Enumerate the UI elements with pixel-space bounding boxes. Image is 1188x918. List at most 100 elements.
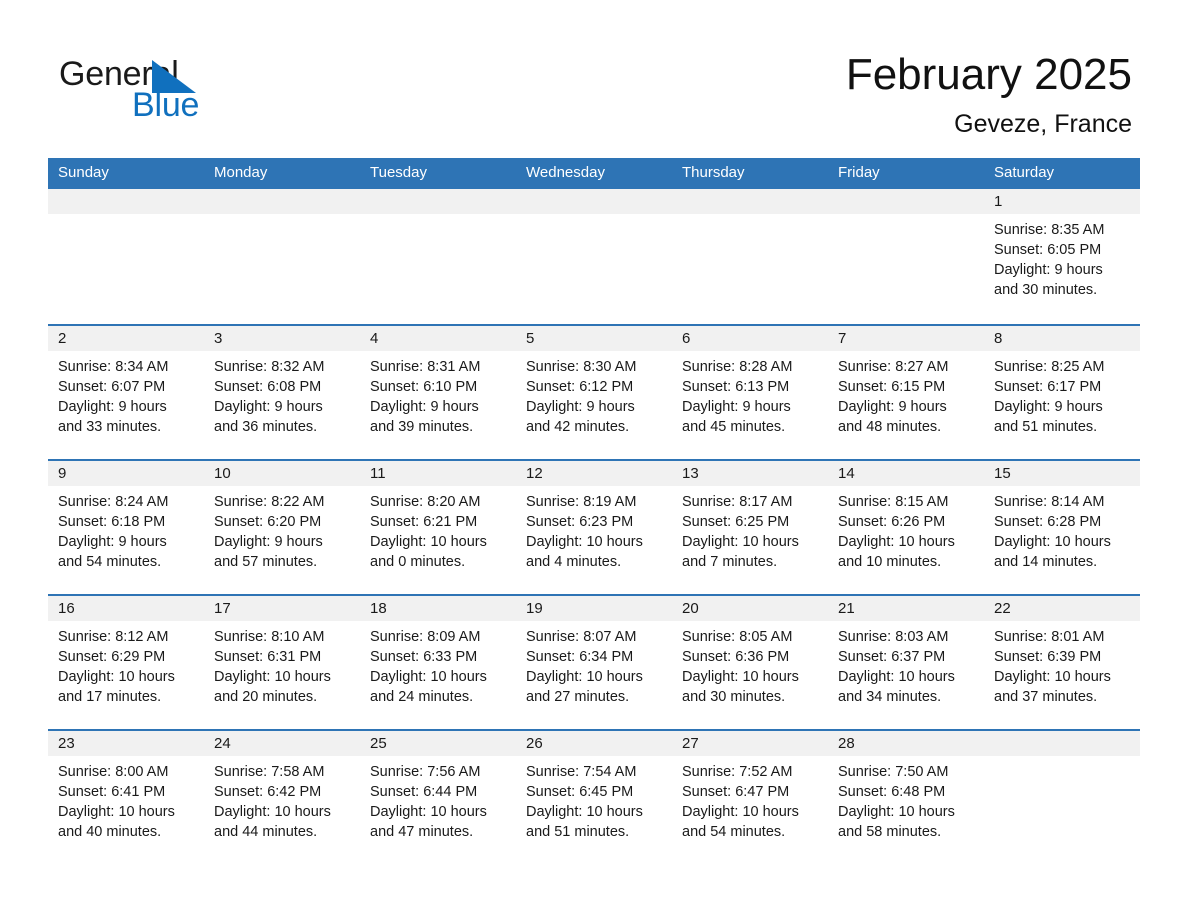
day-cell-inner: [204, 189, 360, 322]
day-cell-inner: 3 Sunrise: 8:32 AM Sunset: 6:08 PM Daylight…: [204, 326, 360, 459]
calendar-day-cell[interactable]: 12 Sunrise: 8:19 AM Sunset: 6:23 PM Dayligh…: [516, 459, 672, 595]
day-cell-inner: 12 Sunrise: 8:19 AM Sunset: 6:23 PM Dayligh…: [516, 461, 672, 594]
calendar-day-cell[interactable]: 10 Sunrise: 8:22 AM Sunset: 6:20 PM Dayligh…: [204, 459, 360, 595]
calendar-day-cell[interactable]: 19 Sunrise: 8:07 AM Sunset: 6:34 PM Dayligh…: [516, 594, 672, 730]
page-header: General Blue February 2025 Geveze, Franc…: [0, 0, 1188, 158]
calendar-day-cell[interactable]: 27 Sunrise: 7:52 AM Sunset: 6:47 PM Dayligh…: [672, 729, 828, 864]
sunset-text: Sunset: 6:12 PM: [526, 379, 634, 395]
day-cell-inner: 9 Sunrise: 8:24 AM Sunset: 6:18 PM Daylight…: [48, 461, 204, 594]
day-cell-inner: 11 Sunrise: 8:20 AM Sunset: 6:21 PM Dayligh…: [360, 461, 516, 594]
day-number-band: [516, 189, 672, 214]
daylight-text-line1: Daylight: 9 hours: [58, 534, 167, 550]
calendar-day-cell[interactable]: 18 Sunrise: 8:09 AM Sunset: 6:33 PM Dayligh…: [360, 594, 516, 730]
calendar-day-cell[interactable]: 14 Sunrise: 8:15 AM Sunset: 6:26 PM Dayligh…: [828, 459, 984, 595]
day-details: Sunrise: 8:15 AM Sunset: 6:26 PM Daylight:…: [828, 486, 984, 572]
day-number: 6: [682, 330, 691, 347]
daylight-text-line2: and 40 minutes.: [58, 824, 162, 840]
column-header-friday: Friday: [828, 158, 984, 188]
calendar-day-cell[interactable]: 28 Sunrise: 7:50 AM Sunset: 6:48 PM Dayligh…: [828, 729, 984, 864]
calendar-day-cell[interactable]: 15 Sunrise: 8:14 AM Sunset: 6:28 PM Dayligh…: [984, 459, 1140, 595]
day-details: Sunrise: 7:58 AM Sunset: 6:42 PM Daylight:…: [204, 756, 360, 842]
daylight-text-line1: Daylight: 10 hours: [682, 669, 799, 685]
daylight-text-line2: and 48 minutes.: [838, 419, 942, 435]
sunset-text: Sunset: 6:23 PM: [526, 514, 634, 530]
location-subtitle: Geveze, France: [954, 110, 1132, 138]
sunset-text: Sunset: 6:05 PM: [994, 242, 1102, 258]
general-blue-logo[interactable]: General Blue: [59, 54, 359, 124]
day-number: 20: [682, 600, 699, 617]
calendar-day-cell[interactable]: 20 Sunrise: 8:05 AM Sunset: 6:36 PM Dayligh…: [672, 594, 828, 730]
sunrise-text: Sunrise: 8:24 AM: [58, 494, 169, 510]
calendar-day-cell[interactable]: 13 Sunrise: 8:17 AM Sunset: 6:25 PM Dayligh…: [672, 459, 828, 595]
daylight-text-line2: and 24 minutes.: [370, 689, 474, 705]
sunrise-text: Sunrise: 7:50 AM: [838, 764, 949, 780]
day-cell-inner: [984, 731, 1140, 864]
daylight-text-line2: and 58 minutes.: [838, 824, 942, 840]
sunset-text: Sunset: 6:37 PM: [838, 649, 946, 665]
calendar-day-cell[interactable]: 22 Sunrise: 8:01 AM Sunset: 6:39 PM Dayligh…: [984, 594, 1140, 730]
sunset-text: Sunset: 6:17 PM: [994, 379, 1102, 395]
day-number: 22: [994, 600, 1011, 617]
calendar-day-cell[interactable]: 5 Sunrise: 8:30 AM Sunset: 6:12 PM Daylight…: [516, 324, 672, 460]
day-number-band: 15: [984, 461, 1140, 486]
day-cell-inner: [516, 189, 672, 322]
day-number: 16: [58, 600, 75, 617]
daylight-text-line1: Daylight: 9 hours: [994, 399, 1103, 415]
day-cell-inner: 22 Sunrise: 8:01 AM Sunset: 6:39 PM Dayligh…: [984, 596, 1140, 729]
calendar-day-cell[interactable]: 25 Sunrise: 7:56 AM Sunset: 6:44 PM Dayligh…: [360, 729, 516, 864]
day-cell-inner: 10 Sunrise: 8:22 AM Sunset: 6:20 PM Dayligh…: [204, 461, 360, 594]
sunrise-text: Sunrise: 8:27 AM: [838, 359, 949, 375]
calendar-day-cell-empty: [984, 729, 1140, 864]
calendar-day-cell[interactable]: 4 Sunrise: 8:31 AM Sunset: 6:10 PM Daylight…: [360, 324, 516, 460]
day-cell-inner: 17 Sunrise: 8:10 AM Sunset: 6:31 PM Dayligh…: [204, 596, 360, 729]
calendar-day-cell[interactable]: 7 Sunrise: 8:27 AM Sunset: 6:15 PM Daylight…: [828, 324, 984, 460]
day-number: 25: [370, 735, 387, 752]
calendar-day-cell[interactable]: 3 Sunrise: 8:32 AM Sunset: 6:08 PM Daylight…: [204, 324, 360, 460]
daylight-text-line2: and 34 minutes.: [838, 689, 942, 705]
day-number-band: 8: [984, 326, 1140, 351]
sunset-text: Sunset: 6:26 PM: [838, 514, 946, 530]
calendar-day-cell[interactable]: 8 Sunrise: 8:25 AM Sunset: 6:17 PM Daylight…: [984, 324, 1140, 460]
day-number: 11: [370, 465, 386, 482]
calendar-day-cell[interactable]: 21 Sunrise: 8:03 AM Sunset: 6:37 PM Dayligh…: [828, 594, 984, 730]
day-number-band: 21: [828, 596, 984, 621]
sunrise-text: Sunrise: 8:35 AM: [994, 222, 1105, 238]
sunrise-text: Sunrise: 8:09 AM: [370, 629, 481, 645]
sunset-text: Sunset: 6:18 PM: [58, 514, 166, 530]
calendar-day-cell[interactable]: 26 Sunrise: 7:54 AM Sunset: 6:45 PM Dayligh…: [516, 729, 672, 864]
sunrise-sunset-calendar: Sunday Monday Tuesday Wednesday Thursday…: [48, 158, 1140, 864]
day-number-band: 20: [672, 596, 828, 621]
day-number: 7: [838, 330, 847, 347]
day-cell-inner: 2 Sunrise: 8:34 AM Sunset: 6:07 PM Daylight…: [48, 326, 204, 459]
daylight-text-line2: and 45 minutes.: [682, 419, 786, 435]
calendar-day-cell[interactable]: 6 Sunrise: 8:28 AM Sunset: 6:13 PM Daylight…: [672, 324, 828, 460]
calendar-day-cell[interactable]: 9 Sunrise: 8:24 AM Sunset: 6:18 PM Daylight…: [48, 459, 204, 595]
daylight-text-line1: Daylight: 9 hours: [370, 399, 479, 415]
day-details: Sunrise: 7:52 AM Sunset: 6:47 PM Daylight:…: [672, 756, 828, 842]
day-cell-inner: 21 Sunrise: 8:03 AM Sunset: 6:37 PM Dayligh…: [828, 596, 984, 729]
day-cell-inner: [48, 189, 204, 322]
sunset-text: Sunset: 6:15 PM: [838, 379, 946, 395]
calendar-week-row: 23 Sunrise: 8:00 AM Sunset: 6:41 PM Dayligh…: [48, 729, 1140, 864]
calendar-day-cell[interactable]: 17 Sunrise: 8:10 AM Sunset: 6:31 PM Dayligh…: [204, 594, 360, 730]
calendar-day-cell[interactable]: 16 Sunrise: 8:12 AM Sunset: 6:29 PM Dayligh…: [48, 594, 204, 730]
daylight-text-line2: and 44 minutes.: [214, 824, 318, 840]
sunrise-text: Sunrise: 7:58 AM: [214, 764, 325, 780]
sunrise-text: Sunrise: 8:30 AM: [526, 359, 637, 375]
day-number-band: 2: [48, 326, 204, 351]
calendar-day-cell[interactable]: 11 Sunrise: 8:20 AM Sunset: 6:21 PM Dayligh…: [360, 459, 516, 595]
day-number-band: [984, 731, 1140, 756]
sunset-text: Sunset: 6:21 PM: [370, 514, 478, 530]
calendar-day-cell[interactable]: 1 Sunrise: 8:35 AM Sunset: 6:05 PM Daylight…: [984, 187, 1140, 325]
calendar-day-cell[interactable]: 24 Sunrise: 7:58 AM Sunset: 6:42 PM Dayligh…: [204, 729, 360, 864]
day-number: 10: [214, 465, 231, 482]
sunrise-text: Sunrise: 8:19 AM: [526, 494, 637, 510]
calendar-day-cell[interactable]: 23 Sunrise: 8:00 AM Sunset: 6:41 PM Dayligh…: [48, 729, 204, 864]
column-header-saturday: Saturday: [984, 158, 1140, 188]
day-number-band: 28: [828, 731, 984, 756]
daylight-text-line1: Daylight: 10 hours: [214, 669, 331, 685]
calendar-day-cell[interactable]: 2 Sunrise: 8:34 AM Sunset: 6:07 PM Daylight…: [48, 324, 204, 460]
day-details: Sunrise: 8:01 AM Sunset: 6:39 PM Daylight:…: [984, 621, 1140, 707]
sunrise-text: Sunrise: 8:00 AM: [58, 764, 169, 780]
daylight-text-line1: Daylight: 10 hours: [838, 669, 955, 685]
